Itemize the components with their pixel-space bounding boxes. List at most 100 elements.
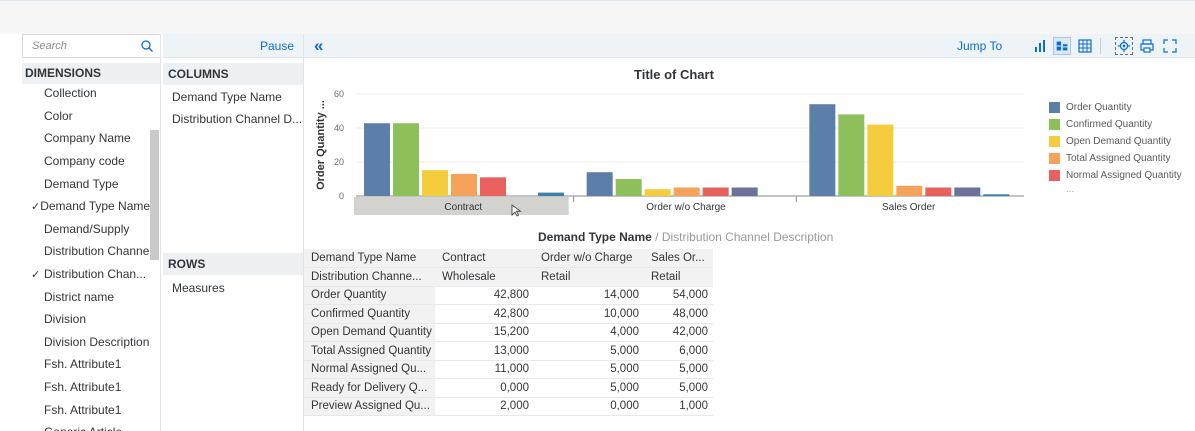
table-cell[interactable]: 10,000: [534, 304, 644, 324]
dimension-item[interactable]: Division: [22, 308, 150, 331]
print-icon[interactable]: [1138, 37, 1156, 55]
rows-header: ROWS: [163, 253, 303, 275]
dimension-item[interactable]: Fsh. Attribute1: [22, 398, 150, 421]
dimension-item[interactable]: Demand/Supply: [22, 218, 150, 241]
chart-bar: [809, 104, 836, 196]
table-header-cell[interactable]: Contract: [435, 249, 534, 268]
table-row: Ready for Delivery Q... 0,000 5,000 5,000: [304, 378, 713, 398]
bar-chart: 0 20 40 60 Order Quantity ... Contract Order w…: [315, 89, 1024, 217]
table-row-header[interactable]: Order Quantity: [304, 286, 435, 305]
fullscreen-icon[interactable]: [1161, 37, 1179, 55]
legend-item[interactable]: Open Demand Quantity: [1049, 133, 1182, 150]
chart-bar: [867, 124, 894, 196]
dimension-item-label: Demand Type Name: [40, 199, 150, 214]
table-header-row: Distribution Channe... Wholesale Retail …: [304, 267, 713, 287]
table-header-cell[interactable]: Wholesale: [435, 267, 534, 287]
legend-swatch: [1049, 136, 1060, 147]
collapse-panel-button[interactable]: «: [314, 36, 323, 56]
table-cell[interactable]: 4,000: [534, 323, 644, 342]
legend-item[interactable]: Total Assigned Quantity: [1049, 150, 1182, 167]
table-row: Normal Assigned Qu... 11,000 5,000 5,000: [304, 360, 713, 379]
table-cell[interactable]: 1,000: [644, 397, 713, 416]
columns-item[interactable]: Demand Type Name: [172, 90, 282, 104]
table-row-header[interactable]: Confirmed Quantity: [304, 304, 435, 324]
search-placeholder: Search: [32, 40, 67, 52]
table-header-cell[interactable]: Retail: [644, 267, 713, 287]
dimension-item[interactable]: Demand Type: [22, 172, 150, 195]
table-row: Open Demand Quantity 15,200 4,000 42,000: [304, 323, 713, 342]
dimension-item-label: Division Description: [44, 334, 150, 349]
x-axis-title-sub: Distribution Channel Description: [661, 230, 834, 244]
y-tick-label: 40: [334, 123, 344, 133]
dimension-item[interactable]: Company Name: [22, 127, 150, 150]
table-header-cell[interactable]: Retail: [534, 267, 644, 287]
table-cell[interactable]: 5,000: [534, 360, 644, 379]
table-cell[interactable]: 42,800: [435, 304, 534, 324]
table-header-cell[interactable]: Demand Type Name: [304, 249, 435, 268]
bar-chart-icon[interactable]: [1031, 37, 1049, 55]
x-axis-title-main: Demand Type Name: [538, 230, 652, 244]
dimension-item[interactable]: Distribution Channel: [22, 240, 150, 263]
dimensions-scrollbar[interactable]: [150, 130, 159, 260]
table-cell[interactable]: 6,000: [644, 341, 713, 361]
table-cell[interactable]: 5,000: [534, 341, 644, 361]
dimension-item[interactable]: Fsh. Attribute1: [22, 353, 150, 376]
checkmark-icon: ✓: [31, 268, 41, 281]
table-row-header[interactable]: Normal Assigned Qu...: [304, 360, 435, 379]
table-row: Total Assigned Quantity 13,000 5,000 6,000: [304, 341, 713, 361]
table-cell[interactable]: 13,000: [435, 341, 534, 361]
table-cell[interactable]: 5,000: [534, 378, 644, 398]
table-header-cell[interactable]: Order w/o Charge: [534, 249, 644, 268]
legend-label: Order Quantity: [1066, 102, 1132, 113]
table-header-cell[interactable]: Sales Or...: [644, 249, 713, 268]
table-row: Confirmed Quantity 42,800 10,000 48,000: [304, 304, 713, 324]
table-cell[interactable]: 5,000: [644, 360, 713, 379]
legend-label: Total Assigned Quantity: [1066, 153, 1171, 164]
pause-button[interactable]: Pause: [260, 39, 294, 53]
table-row-header[interactable]: Total Assigned Quantity: [304, 341, 435, 361]
table-cell[interactable]: 42,000: [644, 323, 713, 342]
columns-item[interactable]: Distribution Channel D...: [172, 112, 302, 126]
table-row-header[interactable]: Ready for Delivery Q...: [304, 378, 435, 398]
legend-item[interactable]: Confirmed Quantity: [1049, 116, 1182, 133]
legend-item[interactable]: Order Quantity: [1049, 99, 1182, 116]
dimension-item[interactable]: ✓ Demand Type Name: [22, 195, 150, 218]
table-view-icon[interactable]: [1076, 37, 1094, 55]
chart-bar: [615, 179, 642, 196]
stacked-chart-icon[interactable]: [1053, 37, 1071, 55]
jump-to-link[interactable]: Jump To: [957, 39, 1002, 53]
table-cell[interactable]: 2,000: [435, 397, 534, 416]
table-header-cell[interactable]: Distribution Channe...: [304, 267, 435, 287]
table-cell[interactable]: 15,200: [435, 323, 534, 342]
legend-item[interactable]: Normal Assigned Quantity: [1049, 167, 1182, 184]
dimension-item-label: Generic Article: [44, 425, 122, 431]
legend-swatch: [1049, 170, 1060, 181]
dimension-item[interactable]: Fsh. Attribute1: [22, 376, 150, 399]
dimension-item-label: Color: [44, 108, 73, 123]
table-row-header[interactable]: Preview Assigned Qu...: [304, 397, 435, 416]
dimension-item[interactable]: Generic Article: [22, 421, 150, 431]
dimension-item[interactable]: ✓ Distribution Chan...: [22, 263, 150, 286]
dimension-item[interactable]: Color: [22, 105, 150, 128]
dimension-item-label: Fsh. Attribute1: [44, 402, 122, 417]
rows-item[interactable]: Measures: [172, 281, 225, 295]
table-cell[interactable]: 42,800: [435, 286, 534, 305]
table-cell[interactable]: 5,000: [644, 378, 713, 398]
search-input[interactable]: Search: [22, 34, 160, 58]
y-tick-label: 60: [334, 89, 344, 99]
table-row-header[interactable]: Open Demand Quantity: [304, 323, 435, 342]
legend-label: Normal Assigned Quantity: [1066, 170, 1182, 181]
table-cell[interactable]: 54,000: [644, 286, 713, 305]
settings-icon[interactable]: [1115, 37, 1133, 55]
table-cell[interactable]: 14,000: [534, 286, 644, 305]
dimension-item[interactable]: Collection: [22, 82, 150, 105]
search-icon[interactable]: [140, 39, 154, 53]
dimension-item[interactable]: District name: [22, 285, 150, 308]
table-cell[interactable]: 0,000: [435, 378, 534, 398]
chart-legend: Order Quantity Confirmed Quantity Open Dem…: [1049, 99, 1182, 195]
dimension-item[interactable]: Division Description: [22, 331, 150, 354]
table-cell[interactable]: 0,000: [534, 397, 644, 416]
dimension-item[interactable]: Company code: [22, 150, 150, 173]
table-cell[interactable]: 48,000: [644, 304, 713, 324]
table-cell[interactable]: 11,000: [435, 360, 534, 379]
